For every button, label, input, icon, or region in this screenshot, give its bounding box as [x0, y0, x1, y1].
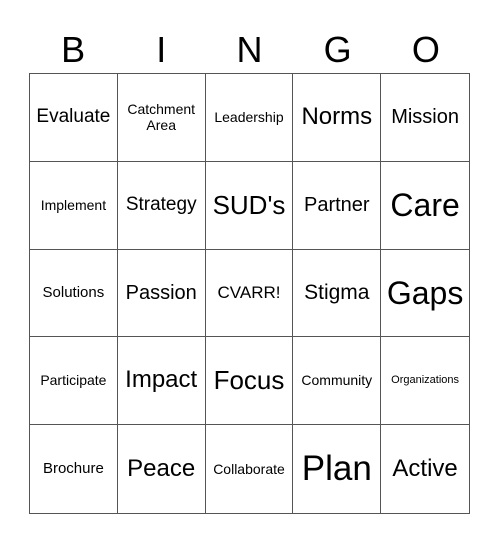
- bingo-cell[interactable]: Collaborate: [206, 425, 294, 513]
- bingo-cell[interactable]: Solutions: [30, 249, 118, 338]
- bingo-cell[interactable]: Implement: [30, 161, 118, 250]
- bingo-cell[interactable]: Active: [381, 425, 469, 513]
- bingo-cell[interactable]: Evaluate: [30, 74, 118, 162]
- bingo-cell[interactable]: Care: [381, 162, 469, 250]
- bingo-cell[interactable]: Partner: [293, 161, 382, 250]
- bingo-cell[interactable]: Norms: [293, 74, 382, 162]
- bingo-cell[interactable]: Passion: [117, 249, 206, 338]
- bingo-cell[interactable]: Catchment Area: [117, 74, 206, 162]
- bingo-cell[interactable]: Brochure: [30, 425, 118, 513]
- bingo-cell[interactable]: Participate: [30, 337, 118, 426]
- bingo-cell[interactable]: Gaps: [381, 250, 469, 338]
- bingo-cell[interactable]: Stigma: [293, 249, 382, 338]
- header-letter-i: I: [156, 29, 167, 70]
- bingo-cell[interactable]: Peace: [118, 425, 206, 513]
- bingo-cell[interactable]: Organizations: [381, 337, 469, 426]
- bingo-cell[interactable]: Strategy: [117, 161, 206, 250]
- bingo-header: B I N G O: [29, 28, 470, 72]
- bingo-cell[interactable]: Mission: [381, 74, 469, 162]
- bingo-cell[interactable]: Impact: [117, 337, 206, 426]
- header-letter-o: O: [411, 29, 440, 70]
- bingo-cell[interactable]: Focus: [205, 337, 294, 426]
- bingo-grid: Evaluate Catchment Area Leadership Norms…: [29, 73, 470, 514]
- bingo-cell[interactable]: Leadership: [205, 74, 294, 162]
- header-letter-g: G: [323, 29, 352, 70]
- bingo-cell[interactable]: CVARR!: [205, 249, 294, 338]
- bingo-cell[interactable]: SUD's: [205, 161, 294, 250]
- bingo-cell[interactable]: Plan: [293, 425, 382, 513]
- bingo-cell[interactable]: Community: [293, 337, 382, 426]
- header-letter-n: N: [236, 29, 263, 70]
- header-letter-b: B: [61, 29, 86, 70]
